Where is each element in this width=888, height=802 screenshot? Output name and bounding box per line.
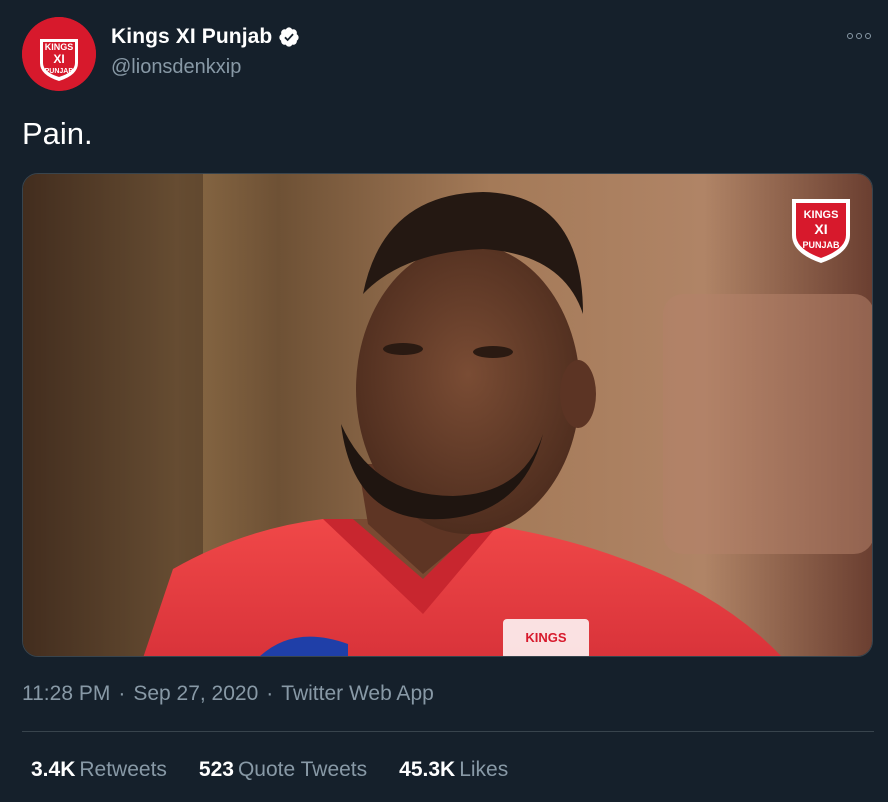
jersey-badge-text: KINGS	[525, 630, 567, 645]
quote-tweets-label: Quote Tweets	[237, 758, 368, 781]
tweet-date-link[interactable]: Sep 27, 2020	[133, 682, 258, 706]
more-dot	[847, 33, 853, 39]
likes-count: 45.3K	[399, 758, 456, 781]
meta-separator: ·	[118, 682, 126, 705]
quote-tweets-stat[interactable]: 523 Quote Tweets	[199, 758, 367, 782]
watermark-line1: KINGS	[804, 209, 839, 221]
likes-stat[interactable]: 45.3K Likes	[399, 758, 508, 782]
kxip-watermark-logo: KINGS XI PUNJAB	[788, 191, 854, 267]
watermark-line3: PUNJAB	[802, 240, 840, 250]
author-avatar[interactable]: KINGS XI PUNJAB	[22, 17, 96, 91]
author-name-row[interactable]: Kings XI Punjab	[111, 25, 300, 49]
avatar-logo-line2: XI	[53, 52, 64, 66]
tweet-text: Pain.	[22, 116, 93, 151]
more-options-icon[interactable]	[846, 26, 872, 46]
avatar-logo-line1: KINGS	[45, 42, 74, 52]
retweets-count: 3.4K	[31, 758, 76, 781]
likes-label: Likes	[459, 758, 509, 781]
tweet-media-image[interactable]: KINGS KINGS XI PUNJAB	[22, 173, 873, 657]
tweet-time-link[interactable]: 11:28 PM	[22, 682, 110, 706]
more-dot	[856, 33, 862, 39]
verified-badge-icon	[279, 27, 299, 47]
media-photo: KINGS	[23, 174, 872, 656]
kxip-shield-icon: KINGS XI PUNJAB	[792, 199, 850, 263]
meta-separator: ·	[266, 682, 274, 705]
quote-tweets-count: 523	[198, 758, 234, 781]
watermark-line2: XI	[814, 221, 827, 237]
tweet-source-link[interactable]: Twitter Web App	[281, 682, 434, 706]
author-display-name[interactable]: Kings XI Punjab	[111, 25, 272, 49]
kxip-logo-icon: KINGS XI PUNJAB	[22, 17, 96, 91]
avatar-logo-line3: PUNJAB	[45, 68, 74, 75]
author-handle[interactable]: @lionsdenkxip	[111, 56, 241, 79]
more-dot	[865, 33, 871, 39]
tweet-detail: KINGS XI PUNJAB Kings XI Punjab @lionsde…	[0, 0, 888, 802]
retweets-label: Retweets	[79, 758, 167, 781]
engagement-stats: 3.4K Retweets 523 Quote Tweets 45.3K Likes	[31, 758, 508, 782]
divider	[22, 731, 874, 732]
tweet-meta: 11:28 PM · Sep 27, 2020 · Twitter Web Ap…	[22, 682, 434, 706]
retweets-stat[interactable]: 3.4K Retweets	[31, 758, 167, 782]
